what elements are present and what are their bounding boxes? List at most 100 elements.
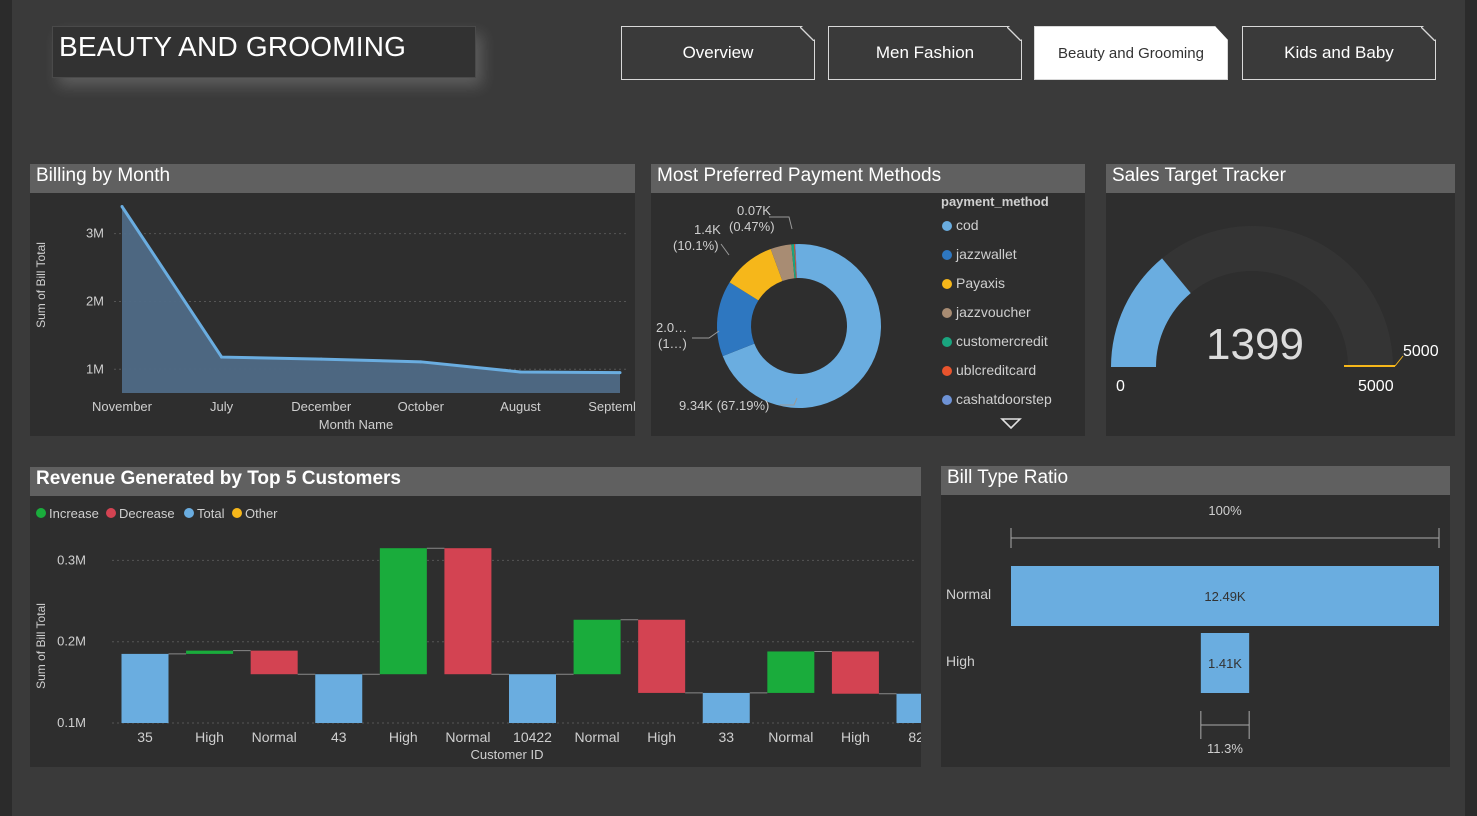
waterfall-bar-total <box>121 653 169 723</box>
data-point <box>618 371 622 375</box>
legend-marker <box>942 366 952 376</box>
waterfall-bar-increase <box>767 651 815 693</box>
legend-item-cashatdoorstep: cashatdoorstep <box>956 391 1052 407</box>
payment-panel[interactable]: Most Preferred Payment Methods 9.34K (67… <box>651 164 1085 436</box>
y-tick-label: 1M <box>86 361 104 376</box>
x-tick-label: 43 <box>331 729 347 745</box>
x-tick-label: August <box>500 399 541 414</box>
x-tick-label: October <box>398 399 445 414</box>
legend-marker <box>942 221 952 231</box>
y-tick-label: 3M <box>86 226 104 241</box>
y-tick-label: 0.3M <box>57 552 86 567</box>
x-tick-label: December <box>291 399 352 414</box>
funnel-bottom-percent-label: 11.3% <box>1207 741 1243 756</box>
y-axis-title: Sum of Bill Total <box>34 242 48 328</box>
y-axis-title: Sum of Bill Total <box>34 603 48 689</box>
x-tick-label: Normal <box>445 729 490 745</box>
waterfall-bar-decrease <box>638 619 686 693</box>
nav-beauty-button[interactable]: Beauty and Grooming <box>1034 26 1228 80</box>
x-tick-label: High <box>841 729 870 745</box>
gauge-value-label: 1399 <box>1206 320 1304 369</box>
payment-panel-title: Most Preferred Payment Methods <box>651 164 1085 193</box>
waterfall-bar-increase <box>573 619 621 675</box>
nav-kids-label: Kids and Baby <box>1284 43 1394 62</box>
x-axis-title: Month Name <box>319 417 393 432</box>
data-point <box>518 370 522 374</box>
funnel-category-label: Normal <box>946 586 991 602</box>
legend-marker <box>942 395 952 405</box>
nav-beauty-label: Beauty and Grooming <box>1058 44 1204 62</box>
y-tick-label: 2M <box>86 293 104 308</box>
legend-marker <box>942 250 952 260</box>
waterfall-bar-total <box>509 674 556 723</box>
legend-item: Total <box>197 506 225 521</box>
legend-title: payment_method <box>941 194 1049 209</box>
nav-kids-button[interactable]: Kids and Baby <box>1242 26 1436 80</box>
legend-marker <box>942 337 952 347</box>
pie-data-label: (1…) <box>658 336 687 351</box>
x-axis-title: Customer ID <box>471 747 544 762</box>
pie-data-label: (0.47%) <box>729 219 775 234</box>
legend-marker <box>36 508 46 518</box>
funnel-top-percent-label: 100% <box>1208 503 1242 518</box>
legend-item-ublcreditcard: ublcreditcard <box>956 362 1036 378</box>
billing-panel[interactable]: Billing by Month 1M 2M 3M November July Decem… <box>30 164 635 436</box>
x-tick-label: 10422 <box>513 729 552 745</box>
window-frame-left <box>0 0 12 816</box>
revenue-panel-title: Revenue Generated by Top 5 Customers <box>30 467 921 496</box>
payment-chart: 9.34K (67.19%) 2.0…(1…) 1.4K(10.1%) 0.07K(0… <box>656 194 1052 430</box>
pie-data-label: 9.34K (67.19%) <box>679 398 769 413</box>
x-tick-label: High <box>195 729 224 745</box>
x-tick-label: Normal <box>768 729 813 745</box>
funnel-value-label: 1.41K <box>1208 656 1242 671</box>
billtype-panel[interactable]: Bill Type Ratio 100% 12.49K Normal 1.41K Hig… <box>941 466 1450 767</box>
funnel-category-label: High <box>946 653 975 669</box>
x-tick-label: September <box>588 399 635 414</box>
nav-overview-button[interactable]: Overview <box>621 26 815 80</box>
billing-panel-title: Billing by Month <box>30 164 635 193</box>
legend-item: Decrease <box>119 506 175 521</box>
gauge-target-label: 5000 <box>1403 343 1439 360</box>
x-tick-label: High <box>647 729 676 745</box>
y-tick-label: 0.2M <box>57 634 86 649</box>
legend-item-customercredit: customercredit <box>956 333 1048 349</box>
x-tick-label: Normal <box>575 729 620 745</box>
folded-corner-icon <box>1421 27 1435 41</box>
x-tick-label: 820 <box>908 729 921 745</box>
revenue-panel[interactable]: Revenue Generated by Top 5 Customers Inc… <box>30 467 921 767</box>
nav-men-fashion-button[interactable]: Men Fashion <box>828 26 1022 80</box>
x-tick-label: Normal <box>252 729 297 745</box>
gauge-max-label: 5000 <box>1358 378 1394 395</box>
nav-overview-label: Overview <box>682 43 754 62</box>
folded-corner-icon <box>1007 27 1021 41</box>
waterfall-bar-total <box>315 674 363 723</box>
leader-line <box>692 330 720 339</box>
billtype-panel-title: Bill Type Ratio <box>941 466 1450 495</box>
y-tick-label: 0.1M <box>57 715 86 730</box>
legend-marker <box>942 308 952 318</box>
x-tick-label: High <box>389 729 418 745</box>
waterfall-bar-increase <box>379 548 427 675</box>
x-tick-label: July <box>210 399 234 414</box>
gauge-min-label: 0 <box>1116 378 1125 395</box>
waterfall-bar-total <box>702 692 750 723</box>
gauge-chart: 1399 0 5000 5000 <box>1111 226 1439 395</box>
billtype-chart: 100% 12.49K Normal 1.41K High 11.3% <box>946 503 1440 756</box>
folded-corner-icon <box>800 27 814 41</box>
legend-marker <box>184 508 194 518</box>
waterfall-bar-total <box>896 693 921 723</box>
legend-scroll-down-icon[interactable] <box>1000 418 1022 430</box>
revenue-chart: Increase Decrease Total Other 0.1M 0.2M 0.3M 35… <box>34 506 921 762</box>
data-point <box>120 205 124 209</box>
pie-data-label: 1.4K <box>694 222 721 237</box>
legend-marker <box>942 279 952 289</box>
waterfall-bar-decrease <box>444 548 492 675</box>
data-point <box>319 357 323 361</box>
legend-marker <box>106 508 116 518</box>
page-title: BEAUTY AND GROOMING <box>52 26 476 78</box>
window-frame-right <box>1465 0 1477 816</box>
gauge-panel[interactable]: Sales Target Tracker 1399 0 5000 5000 <box>1106 164 1455 436</box>
x-tick-label: 33 <box>718 729 734 745</box>
leader-line <box>720 243 730 256</box>
legend-marker <box>232 508 242 518</box>
